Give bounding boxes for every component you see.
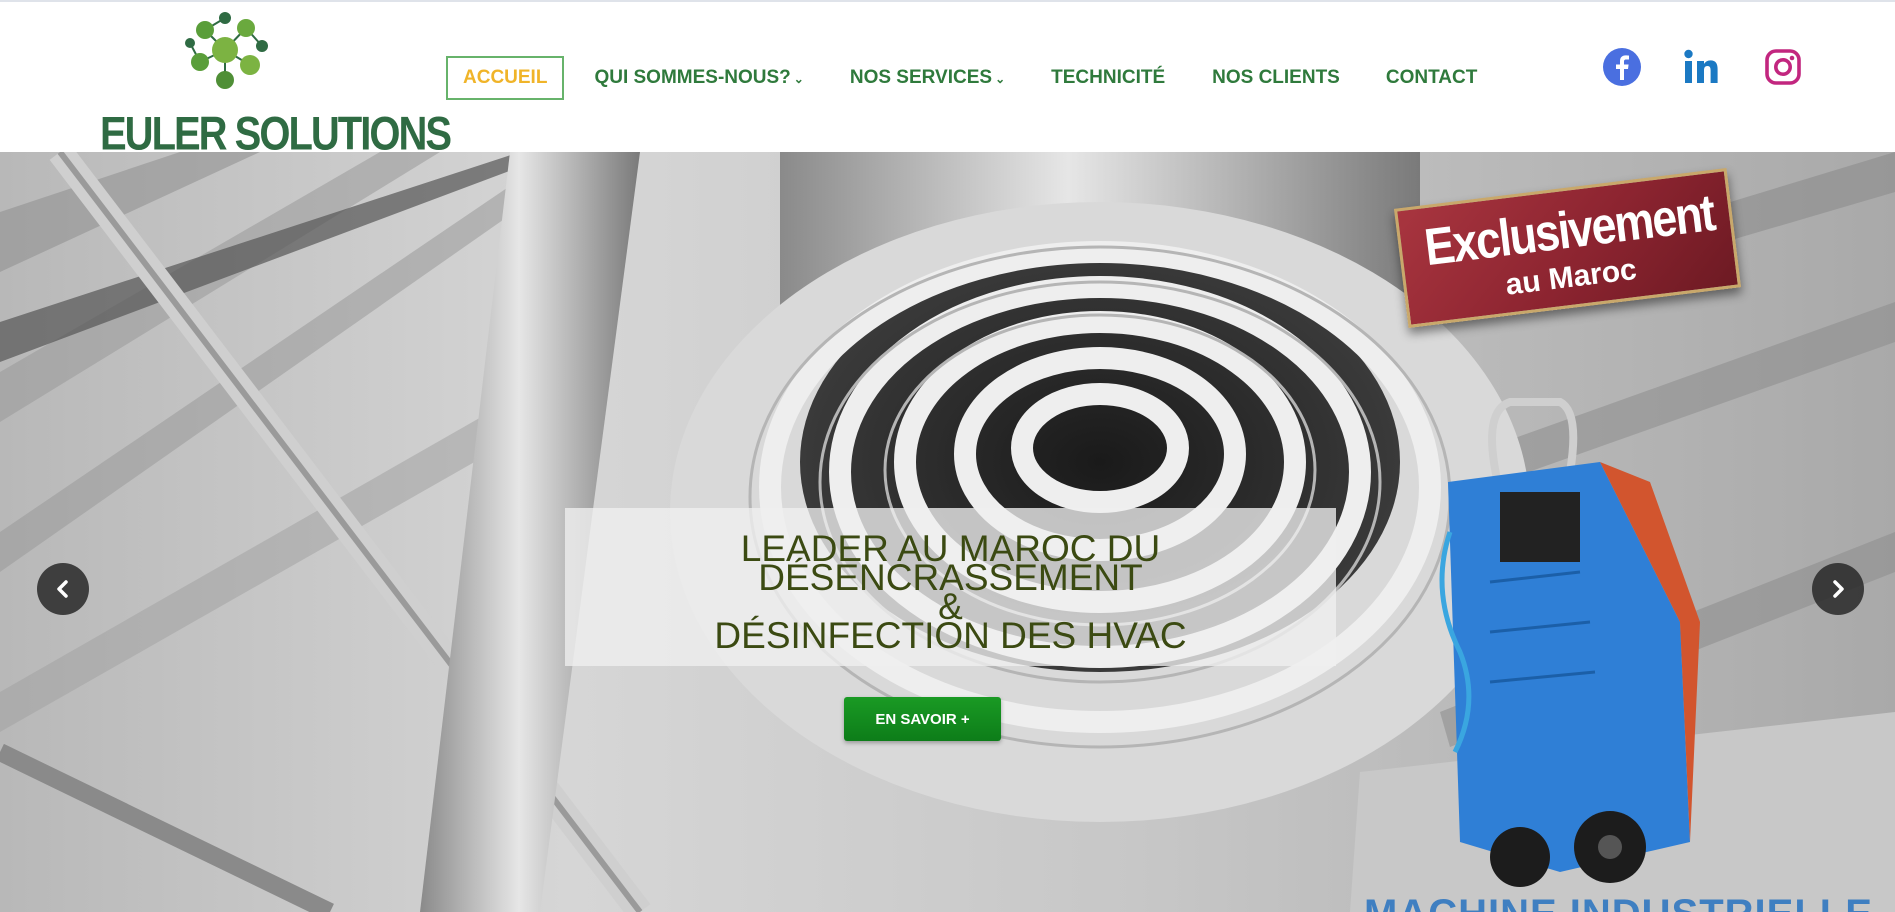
site-header: EULER SOLUTIONS ACCUEIL QUI SOMMES-NOUS?… [0, 2, 1895, 160]
nav-qui-sommes-nous[interactable]: QUI SOMMES-NOUS? ⌄ [594, 56, 803, 100]
nav-nos-clients[interactable]: NOS CLIENTS [1212, 56, 1340, 100]
headline-line-1: LEADER AU MAROC DU DÉSENCRASSEMENT [740, 528, 1161, 598]
chevron-down-icon: ⌄ [793, 72, 804, 86]
chevron-down-icon: ⌄ [995, 72, 1006, 86]
nav-label: CONTACT [1385, 67, 1478, 88]
linkedin-link[interactable] [1681, 46, 1723, 88]
nav-label: TECHNICITÉ [1051, 67, 1166, 88]
facebook-icon [1603, 48, 1641, 86]
nav-nos-services[interactable]: NOS SERVICES ⌄ [850, 56, 1005, 100]
nav-label: NOS CLIENTS [1212, 67, 1340, 88]
nav-label: QUI SOMMES-NOUS? [594, 67, 791, 88]
nav-accueil[interactable]: ACCUEIL [446, 56, 565, 100]
chevron-right-icon [1833, 580, 1844, 598]
slider-prev-button[interactable] [37, 563, 89, 615]
headline-line-3: DÉSINFECTION DES HVAC [714, 615, 1187, 656]
instagram-link[interactable] [1762, 46, 1804, 88]
instagram-icon [1765, 49, 1801, 85]
en-savoir-plus-button[interactable]: EN SAVOIR + [844, 697, 1001, 741]
nav-label: NOS SERVICES [849, 67, 993, 88]
chevron-left-icon [57, 580, 68, 598]
molecule-logo-icon [185, 12, 268, 89]
nav-contact[interactable]: CONTACT [1386, 56, 1477, 100]
facebook-link[interactable] [1601, 46, 1643, 88]
hero-slider: Exclusivement au Maroc LEADER AU MAROC D… [0, 152, 1895, 912]
slider-next-button[interactable] [1812, 563, 1864, 615]
machine-caption: MACHINE INDUSTRIELLE [1364, 892, 1873, 912]
nav-label: ACCUEIL [463, 67, 548, 88]
main-nav: ACCUEIL QUI SOMMES-NOUS? ⌄ NOS SERVICES … [446, 55, 1477, 101]
linkedin-icon [1684, 49, 1718, 83]
nav-technicite[interactable]: TECHNICITÉ [1051, 56, 1165, 100]
logo[interactable]: EULER SOLUTIONS [100, 10, 452, 160]
hero-headline: LEADER AU MAROC DU DÉSENCRASSEMENT & DÉS… [565, 528, 1336, 656]
